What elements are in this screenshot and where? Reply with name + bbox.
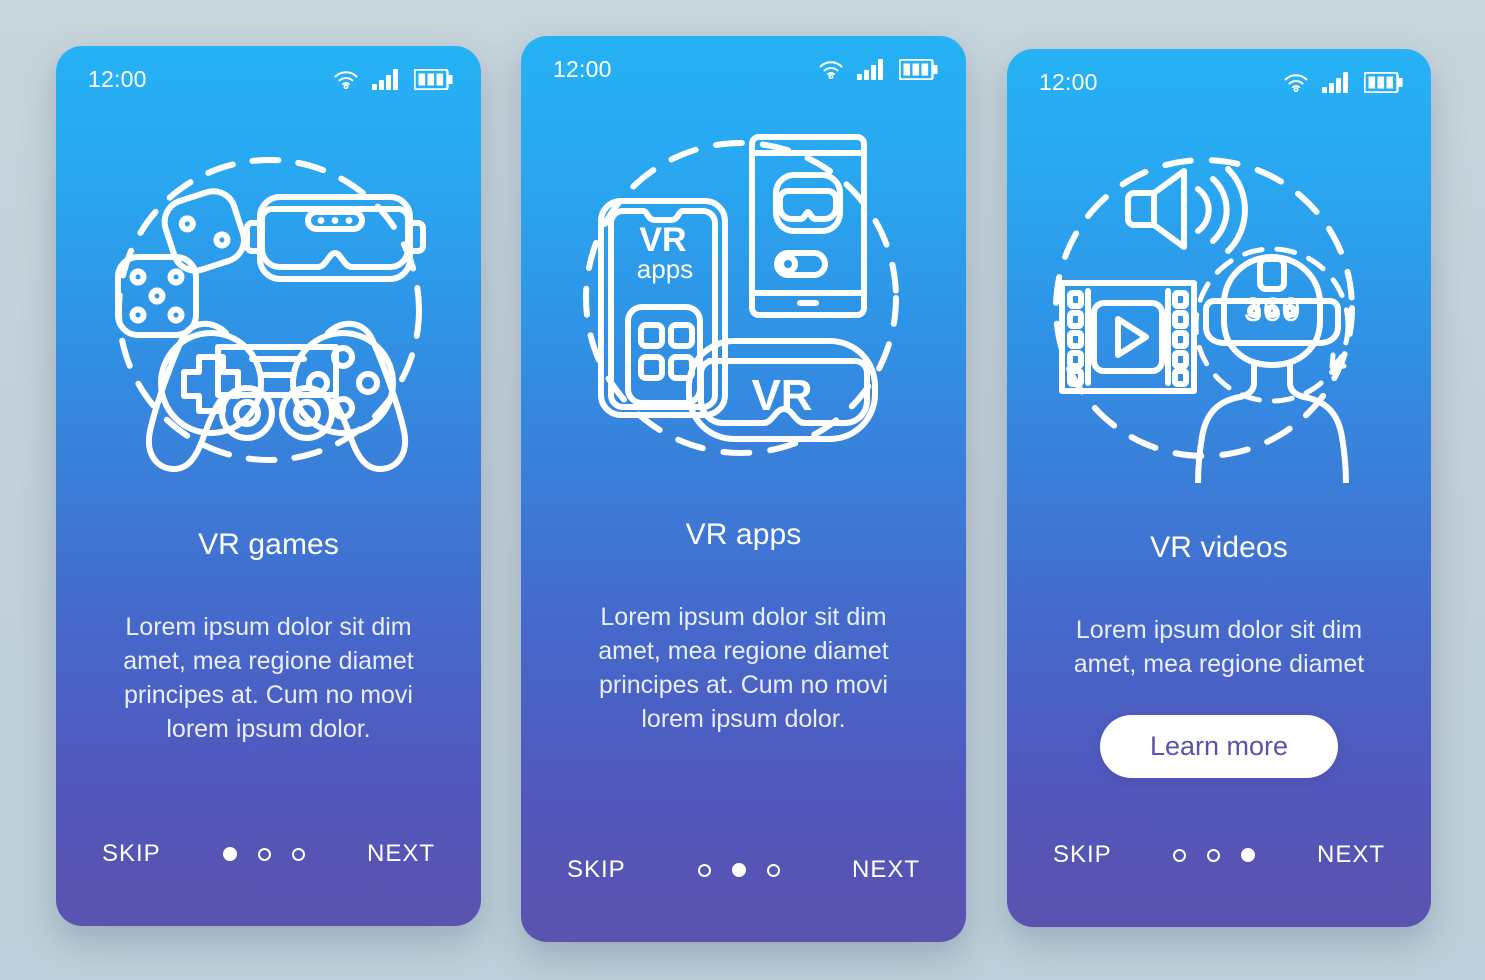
screen-description: Lorem ipsum dolor sit dim amet, mea regi… xyxy=(123,613,414,743)
bottom-navigation: SKIP NEXT xyxy=(56,808,481,926)
skip-button[interactable]: SKIP xyxy=(100,834,163,874)
vr-apps-phone-label-line2: apps xyxy=(636,254,692,284)
wifi-icon xyxy=(333,69,359,89)
skip-button[interactable]: SKIP xyxy=(1051,835,1114,875)
status-bar: 12:00 xyxy=(521,36,966,90)
onboarding-screen-vr-games: 12:00 VR games Lorem ipsum dolor sit dim… xyxy=(56,46,481,926)
pagination-dot-3[interactable] xyxy=(291,847,305,861)
pagination-dot-3[interactable] xyxy=(1241,848,1256,862)
pagination-dot-2[interactable] xyxy=(1207,848,1221,862)
onboarding-screens-stage: 12:00 VR games Lorem ipsum dolor sit dim… xyxy=(0,0,1485,980)
pagination-dots xyxy=(1173,848,1256,862)
battery-icon xyxy=(414,68,453,90)
pagination-dots xyxy=(222,847,305,861)
vr-goggles-label: VR xyxy=(751,371,812,420)
status-bar-clock: 12:00 xyxy=(1039,68,1098,95)
onboarding-screen-vr-videos: 12:00 360 VR videos Lorem ipsum dolor si… xyxy=(1007,49,1431,927)
wifi-icon xyxy=(1283,72,1309,92)
cellular-signal-icon xyxy=(857,58,886,80)
text-block: VR apps Lorem ipsum dolor sit dim amet, … xyxy=(521,510,966,824)
pagination-dot-3[interactable] xyxy=(766,863,780,877)
screen-description: Lorem ipsum dolor sit dim amet, mea regi… xyxy=(598,603,889,733)
onboarding-screen-vr-apps: 12:00 VR apps VR VR apps Lorem ipsum dol… xyxy=(521,36,966,942)
status-bar-clock: 12:00 xyxy=(553,55,612,82)
status-bar: 12:00 xyxy=(56,46,481,100)
pagination-dot-1[interactable] xyxy=(1173,848,1187,862)
pagination-dot-2[interactable] xyxy=(731,863,746,877)
vr-apps-illustration: VR apps VR xyxy=(521,90,966,510)
text-block: VR videos Lorem ipsum dolor sit dim amet… xyxy=(1007,523,1431,809)
vr-videos-illustration: 360 xyxy=(1007,103,1431,523)
cellular-signal-icon xyxy=(1322,71,1351,93)
learn-more-button[interactable]: Learn more xyxy=(1099,715,1339,778)
screen-description: Lorem ipsum dolor sit dim amet, mea regi… xyxy=(1073,616,1365,678)
wifi-icon xyxy=(818,59,844,79)
pagination-dot-1[interactable] xyxy=(697,863,711,877)
skip-button[interactable]: SKIP xyxy=(565,850,628,890)
vr-games-illustration xyxy=(56,100,481,520)
status-bar-icons xyxy=(818,58,938,80)
cellular-signal-icon xyxy=(372,68,401,90)
pagination-dots xyxy=(697,863,780,877)
bottom-navigation: SKIP NEXT xyxy=(521,824,966,942)
status-bar-icons xyxy=(333,68,453,90)
battery-icon xyxy=(899,58,938,80)
screen-title: VR apps xyxy=(685,518,802,551)
status-bar-clock: 12:00 xyxy=(88,65,147,92)
next-button[interactable]: NEXT xyxy=(365,834,437,874)
screen-title: VR games xyxy=(198,528,339,561)
battery-icon xyxy=(1364,71,1403,93)
status-bar: 12:00 xyxy=(1007,49,1431,103)
next-button[interactable]: NEXT xyxy=(1315,835,1387,875)
screen-title: VR videos xyxy=(1150,531,1288,564)
status-bar-icons xyxy=(1283,71,1403,93)
pagination-dot-1[interactable] xyxy=(222,847,237,861)
vr-headset-360-label: 360 xyxy=(1244,291,1301,329)
pagination-dot-2[interactable] xyxy=(257,847,271,861)
next-button[interactable]: NEXT xyxy=(850,850,922,890)
text-block: VR games Lorem ipsum dolor sit dim amet,… xyxy=(56,520,481,808)
bottom-navigation: SKIP NEXT xyxy=(1007,809,1431,927)
